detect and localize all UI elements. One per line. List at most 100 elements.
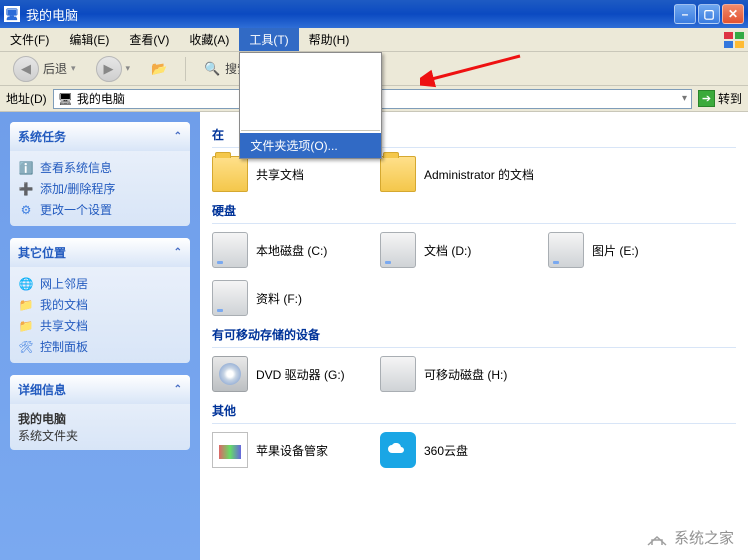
item-removable-h[interactable]: 可移动磁盘 (H:) bbox=[380, 356, 538, 392]
dd-disconnect-drive[interactable]: 断开网络驱动器(D)... bbox=[240, 78, 381, 103]
drive-icon bbox=[548, 232, 584, 268]
chevron-down-icon[interactable]: ▾ bbox=[682, 93, 687, 104]
place-label: 网上邻居 bbox=[40, 275, 88, 292]
cloud-icon bbox=[380, 432, 416, 468]
item-drive-d[interactable]: 文档 (D:) bbox=[380, 232, 538, 268]
item-label: 可移动磁盘 (H:) bbox=[424, 366, 538, 383]
panel-title: 系统任务 bbox=[18, 128, 66, 145]
item-drive-e[interactable]: 图片 (E:) bbox=[548, 232, 706, 268]
collapse-icon: ⌃ bbox=[174, 384, 182, 395]
item-drive-c[interactable]: 本地磁盘 (C:) bbox=[212, 232, 370, 268]
item-label: 资料 (F:) bbox=[256, 290, 370, 307]
windows-flag-icon bbox=[720, 28, 748, 51]
item-shared-docs[interactable]: 共享文档 bbox=[212, 156, 370, 192]
panel-header[interactable]: 其它位置 ⌃ bbox=[10, 238, 190, 267]
titlebar: 🖥 我的电脑 – ▢ ✕ bbox=[0, 0, 748, 28]
item-label: 苹果设备管家 bbox=[256, 442, 370, 459]
dd-folder-options[interactable]: 文件夹选项(O)... bbox=[240, 133, 381, 158]
task-system-info[interactable]: ℹ️ 查看系统信息 bbox=[18, 157, 182, 178]
menu-edit[interactable]: 编辑(E) bbox=[59, 28, 119, 51]
group-header-removable: 有可移动存储的设备 bbox=[212, 316, 736, 348]
drive-icon bbox=[212, 280, 248, 316]
task-label: 查看系统信息 bbox=[40, 159, 112, 176]
settings-icon: 🛠 bbox=[18, 339, 34, 355]
place-network[interactable]: 🌐 网上邻居 bbox=[18, 273, 182, 294]
go-button[interactable]: ➔ 转到 bbox=[698, 90, 742, 107]
window-title: 我的电脑 bbox=[26, 5, 674, 24]
add-icon: ➕ bbox=[18, 181, 34, 197]
menu-tools[interactable]: 工具(T) 映射网络驱动器(N)... 断开网络驱动器(D)... 同步(S).… bbox=[239, 28, 298, 51]
content-area: 在 共享文档 Administrator 的文档 硬盘 本地磁盘 (C:) 文档… bbox=[200, 112, 748, 560]
gear-icon: ⚙ bbox=[18, 202, 34, 218]
item-label: 共享文档 bbox=[256, 166, 370, 183]
menu-tools-label: 工具(T) bbox=[249, 31, 288, 48]
computer-icon: 🖥 bbox=[58, 92, 73, 106]
folder-icon: 📁 bbox=[18, 297, 34, 313]
detail-sub: 系统文件夹 bbox=[18, 427, 182, 444]
folder-icon: 📁 bbox=[18, 318, 34, 334]
detail-title: 我的电脑 bbox=[18, 410, 182, 427]
menu-view[interactable]: 查看(V) bbox=[119, 28, 179, 51]
place-control-panel[interactable]: 🛠控制面板 bbox=[18, 336, 182, 357]
back-button[interactable]: ◀ 后退 ▾ bbox=[6, 52, 83, 86]
search-icon: 🔍 bbox=[203, 60, 221, 78]
item-apple-mgr[interactable]: 苹果设备管家 bbox=[212, 432, 370, 468]
up-icon: 📂 bbox=[150, 60, 168, 78]
group-drives: 本地磁盘 (C:) 文档 (D:) 图片 (E:) 资料 (F:) bbox=[212, 232, 736, 316]
drive-icon bbox=[212, 232, 248, 268]
main-area: 系统任务 ⌃ ℹ️ 查看系统信息 ➕ 添加/删除程序 ⚙更改一个设置 其它位置 ⌃ … bbox=[0, 112, 748, 560]
panel-details: 详细信息 ⌃ 我的电脑 系统文件夹 bbox=[10, 375, 190, 450]
task-change-setting[interactable]: ⚙更改一个设置 bbox=[18, 199, 182, 220]
task-add-remove[interactable]: ➕ 添加/删除程序 bbox=[18, 178, 182, 199]
place-shared-docs[interactable]: 📁共享文档 bbox=[18, 315, 182, 336]
back-label: 后退 bbox=[43, 60, 67, 77]
watermark: 系统之家 bbox=[646, 527, 734, 548]
item-360-cloud[interactable]: 360云盘 bbox=[380, 432, 538, 468]
panel-header[interactable]: 详细信息 ⌃ bbox=[10, 375, 190, 404]
group-other: 苹果设备管家 360云盘 bbox=[212, 432, 736, 468]
panel-other-places: 其它位置 ⌃ 🌐 网上邻居 📁我的文档 📁共享文档 🛠控制面板 bbox=[10, 238, 190, 363]
folder-icon bbox=[212, 156, 248, 192]
item-label: 图片 (E:) bbox=[592, 242, 706, 259]
place-my-docs[interactable]: 📁我的文档 bbox=[18, 294, 182, 315]
go-label: 转到 bbox=[718, 90, 742, 107]
group-header-drives: 硬盘 bbox=[212, 192, 736, 224]
removable-icon bbox=[380, 356, 416, 392]
tools-dropdown: 映射网络驱动器(N)... 断开网络驱动器(D)... 同步(S)... 文件夹… bbox=[239, 52, 382, 159]
panel-title: 其它位置 bbox=[18, 244, 66, 261]
close-button[interactable]: ✕ bbox=[722, 4, 744, 24]
dd-sync[interactable]: 同步(S)... bbox=[240, 103, 381, 128]
menubar: 文件(F) 编辑(E) 查看(V) 收藏(A) 工具(T) 映射网络驱动器(N)… bbox=[0, 28, 748, 52]
info-icon: ℹ️ bbox=[18, 160, 34, 176]
item-dvd-g[interactable]: DVD 驱动器 (G:) bbox=[212, 356, 370, 392]
watermark-text: 系统之家 bbox=[674, 527, 734, 548]
chevron-down-icon: ▾ bbox=[126, 63, 131, 74]
menu-fav[interactable]: 收藏(A) bbox=[179, 28, 239, 51]
item-label: 文档 (D:) bbox=[424, 242, 538, 259]
item-label: Administrator 的文档 bbox=[424, 166, 538, 183]
up-button[interactable]: 📂 bbox=[143, 56, 175, 82]
item-drive-f[interactable]: 资料 (F:) bbox=[212, 280, 370, 316]
menu-help[interactable]: 帮助(H) bbox=[299, 28, 360, 51]
address-label: 地址(D) bbox=[6, 90, 47, 107]
panel-title: 详细信息 bbox=[18, 381, 66, 398]
app-icon bbox=[212, 432, 248, 468]
group-header-other: 其他 bbox=[212, 392, 736, 424]
forward-button[interactable]: ▶ ▾ bbox=[89, 52, 138, 86]
window-buttons: – ▢ ✕ bbox=[674, 4, 744, 24]
sidebar: 系统任务 ⌃ ℹ️ 查看系统信息 ➕ 添加/删除程序 ⚙更改一个设置 其它位置 ⌃ … bbox=[0, 112, 200, 560]
group-removable: DVD 驱动器 (G:) 可移动磁盘 (H:) bbox=[212, 356, 736, 392]
menu-file[interactable]: 文件(F) bbox=[0, 28, 59, 51]
task-label: 添加/删除程序 bbox=[40, 180, 115, 197]
item-admin-docs[interactable]: Administrator 的文档 bbox=[380, 156, 538, 192]
maximize-button[interactable]: ▢ bbox=[698, 4, 720, 24]
panel-header[interactable]: 系统任务 ⌃ bbox=[10, 122, 190, 151]
item-label: 本地磁盘 (C:) bbox=[256, 242, 370, 259]
dd-map-drive[interactable]: 映射网络驱动器(N)... bbox=[240, 53, 381, 78]
collapse-icon: ⌃ bbox=[174, 131, 182, 142]
globe-icon: 🌐 bbox=[18, 276, 34, 292]
minimize-button[interactable]: – bbox=[674, 4, 696, 24]
item-label: DVD 驱动器 (G:) bbox=[256, 366, 370, 383]
panel-system-tasks: 系统任务 ⌃ ℹ️ 查看系统信息 ➕ 添加/删除程序 ⚙更改一个设置 bbox=[10, 122, 190, 226]
item-label: 360云盘 bbox=[424, 442, 538, 459]
